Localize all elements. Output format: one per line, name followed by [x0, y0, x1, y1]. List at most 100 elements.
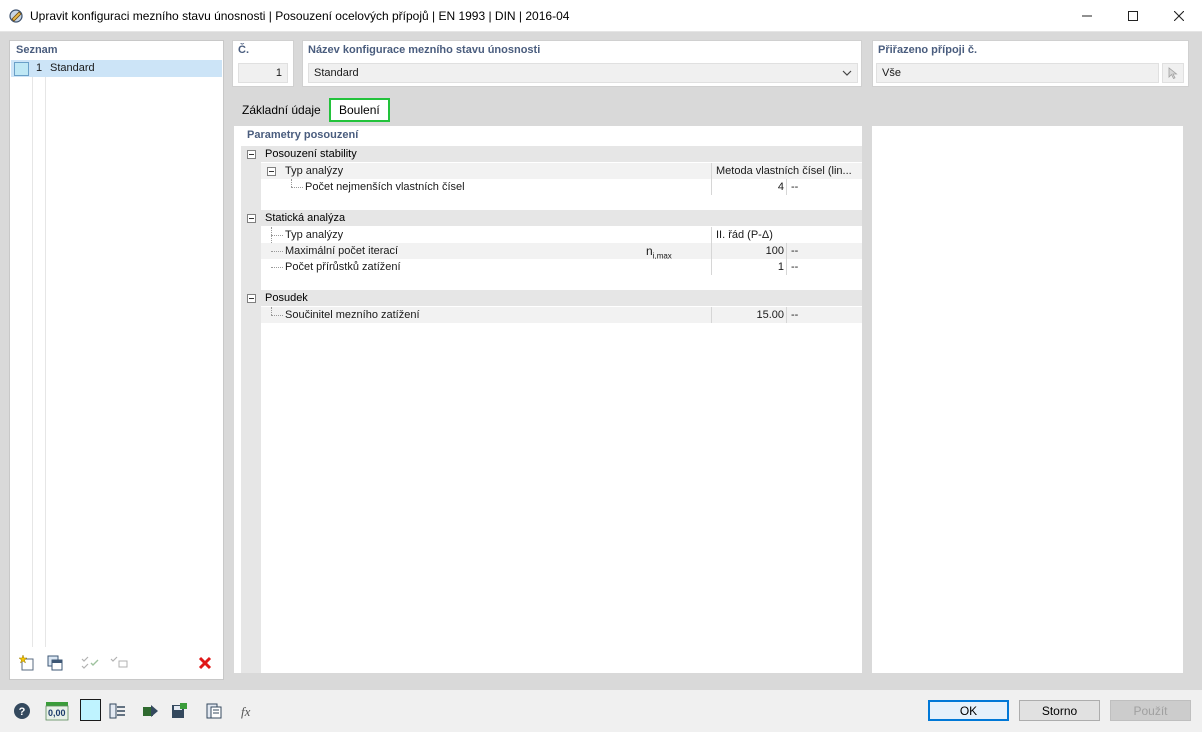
new-item-icon [18, 654, 34, 671]
uncheck-icon [110, 656, 128, 668]
collapse-icon[interactable] [247, 294, 256, 303]
group-row-static-analysis[interactable]: Statická analýza [241, 210, 862, 226]
column-separator [711, 259, 712, 275]
name-box: Název konfigurace mezního stavu únosnost… [302, 40, 862, 87]
tab-basic-data[interactable]: Základní údaje [234, 98, 329, 122]
column-separator [711, 307, 712, 323]
list-divider [45, 77, 46, 647]
column-separator [711, 179, 712, 195]
column-separator [786, 259, 787, 275]
minimize-button[interactable] [1064, 0, 1110, 32]
tree-line [271, 251, 283, 252]
formula-button[interactable]: fx [237, 700, 259, 722]
import-button[interactable] [140, 700, 162, 722]
copy-icon [47, 655, 63, 671]
group-label: Posouzení stability [265, 148, 357, 160]
uncheck-all-button[interactable] [108, 653, 130, 673]
tree-line [271, 235, 283, 236]
check-all-button[interactable] [79, 653, 101, 673]
check-all-icon [81, 656, 99, 669]
property-label: Typ analýzy [285, 165, 344, 177]
group-label: Statická analýza [265, 212, 346, 224]
delete-item-button[interactable] [194, 653, 216, 673]
apply-button[interactable]: Použít [1110, 700, 1191, 721]
list-item-name: Standard [50, 62, 95, 74]
formula-icon: fx [241, 704, 251, 719]
number-label: Č. [238, 44, 249, 56]
number-box: Č. 1 [232, 40, 294, 87]
property-value[interactable]: 1 [716, 261, 784, 273]
library-button[interactable] [203, 700, 225, 722]
property-label: Počet nejmenších vlastních čísel [305, 181, 465, 193]
property-unit: -- [791, 181, 799, 193]
help-icon: ? [14, 703, 30, 719]
group-row-check[interactable]: Posudek [241, 290, 862, 306]
copy-item-button[interactable] [44, 653, 66, 673]
list-toolbar [11, 648, 222, 678]
property-label: Maximální počet iterací [285, 245, 399, 257]
property-unit: -- [791, 245, 799, 257]
collapse-icon[interactable] [267, 167, 276, 176]
property-row[interactable]: Počet nejmenších vlastních čísel 4 -- [261, 179, 862, 195]
property-symbol: ni,max [646, 244, 672, 261]
parameters-panel: Parametry posouzení Posouzení stability … [234, 126, 862, 673]
property-value[interactable]: Metoda vlastních čísel (lin... [716, 165, 860, 177]
display-properties-icon [109, 703, 125, 719]
close-button[interactable] [1156, 0, 1202, 32]
maximize-button[interactable] [1110, 0, 1156, 32]
list-item[interactable]: 1 Standard [11, 60, 222, 77]
group-row-stability[interactable]: Posouzení stability [241, 146, 862, 162]
new-item-button[interactable] [16, 653, 38, 673]
tree-line [271, 267, 283, 268]
collapse-icon[interactable] [247, 150, 256, 159]
color-swatch-icon [14, 62, 29, 76]
property-row[interactable]: Typ analýzy Metoda vlastních čísel (lin.… [261, 163, 862, 179]
name-dropdown[interactable]: Standard [308, 63, 858, 83]
collapse-icon[interactable] [247, 214, 256, 223]
column-separator [711, 243, 712, 259]
assigned-field[interactable]: Vše [876, 63, 1159, 83]
export-button[interactable] [168, 700, 190, 722]
parameters-title: Parametry posouzení [247, 129, 359, 141]
pointer-select-icon [1168, 67, 1178, 80]
chevron-down-icon [842, 70, 852, 76]
tree-line [271, 307, 272, 315]
property-value[interactable]: 100 [716, 245, 784, 257]
column-separator [711, 163, 712, 179]
tab-buckling[interactable]: Boulení [329, 98, 390, 122]
assigned-label: Přiřazeno přípoji č. [878, 44, 978, 56]
preview-panel [872, 126, 1183, 673]
column-separator [786, 179, 787, 195]
help-button[interactable]: ? [11, 700, 33, 722]
delete-icon [198, 656, 212, 670]
property-row[interactable]: Počet přírůstků zatížení 1 -- [261, 259, 862, 275]
property-unit: -- [791, 309, 799, 321]
cancel-button[interactable]: Storno [1019, 700, 1100, 721]
property-row[interactable]: Součinitel mezního zatížení 15.00 -- [261, 307, 862, 323]
app-icon [8, 8, 24, 24]
pick-connection-button[interactable] [1162, 63, 1184, 83]
units-label: 0,00 [48, 708, 66, 718]
property-value[interactable]: 15.00 [716, 309, 784, 321]
window-title: Upravit konfiguraci mezního stavu únosno… [30, 9, 570, 23]
list-divider [32, 77, 33, 647]
ok-button[interactable]: OK [928, 700, 1009, 721]
property-unit: -- [791, 261, 799, 273]
tree-line [271, 315, 283, 316]
property-label: Počet přírůstků zatížení [285, 261, 401, 273]
units-button[interactable]: 0,00 [45, 700, 69, 722]
display-properties-button[interactable] [106, 700, 128, 722]
number-value: 1 [275, 67, 282, 79]
property-value[interactable]: II. řád (P-Δ) [716, 229, 773, 241]
column-separator [786, 243, 787, 259]
column-separator [711, 227, 712, 243]
group-label: Posudek [265, 292, 308, 304]
svg-text:fx: fx [241, 704, 251, 719]
color-button[interactable] [80, 699, 101, 721]
tree-line [291, 179, 292, 187]
property-row[interactable]: Typ analýzy II. řád (P-Δ) [261, 227, 862, 275]
property-value[interactable]: 4 [716, 181, 784, 193]
list-item-number: 1 [36, 62, 43, 74]
property-row[interactable]: Maximální počet iterací ni,max 100 -- [261, 243, 862, 261]
name-label: Název konfigurace mezního stavu únosnost… [308, 44, 541, 56]
